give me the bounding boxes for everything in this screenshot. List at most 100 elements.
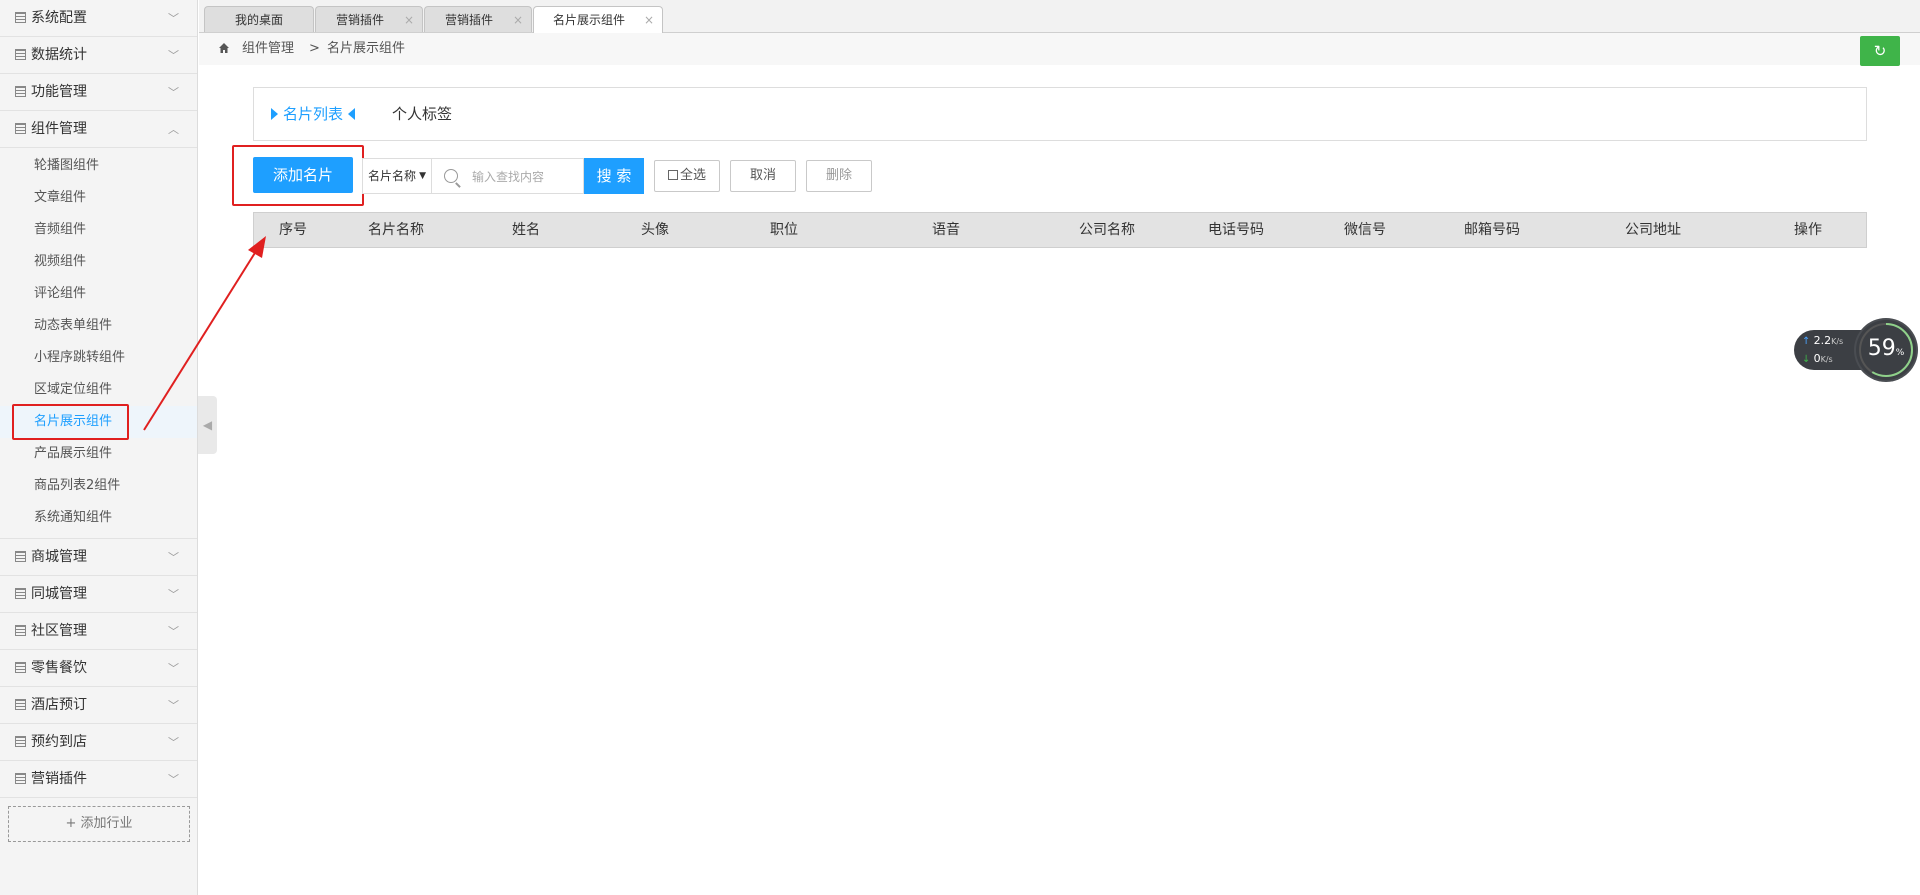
list-icon [15,662,26,673]
column-header: 语音 [932,222,960,238]
caret-left-icon: ◀ [202,418,213,432]
add-card-button[interactable]: 添加名片 [253,157,353,193]
sidebar-item[interactable]: 音频组件 [0,214,197,246]
sidebar-item[interactable]: 评论组件 [0,278,197,310]
sidebar-item[interactable]: 文章组件 [0,182,197,214]
chevron-down-icon: ﹀ [168,86,179,99]
chevron-down-icon: ﹀ [168,588,179,601]
gauge-value: 59 [1867,336,1896,361]
highlight-box-sidebar [12,404,129,440]
triangle-right-icon [271,108,278,120]
tab-card-display[interactable]: 名片展示组件 × [533,6,663,33]
menu-group[interactable]: 商城管理 ﹀ [0,539,197,576]
cancel-button[interactable]: 取消 [730,160,796,192]
sidebar: 系统配置 ﹀ 数据统计 ﹀ 功能管理 ﹀ 组件管理 ︿ 轮播图组件 文章组件 音频组件 视频组件… [0,0,198,895]
breadcrumb: 组件管理 > 名片展示组件 [199,33,1920,65]
tab-label: 营销插件 [335,13,384,27]
column-header: 职位 [770,222,798,238]
download-value: 0 [1813,352,1821,365]
chevron-down-icon: ﹀ [168,773,179,786]
column-header: 名片名称 [368,222,424,238]
column-header: 姓名 [512,222,540,238]
subtab-label: 名片列表 [283,105,344,123]
menu-group[interactable]: 系统配置 ﹀ [0,0,197,37]
chevron-down-icon: ﹀ [168,736,179,749]
close-icon[interactable]: × [513,7,523,33]
chevron-down-icon: ﹀ [168,699,179,712]
refresh-button[interactable]: ↻ [1860,36,1900,66]
sidebar-item[interactable]: 动态表单组件 [0,310,197,342]
tab-marketing-plugin-2[interactable]: 营销插件 × [424,6,532,32]
close-icon[interactable]: × [644,7,654,33]
column-header: 电话号码 [1208,222,1264,238]
menu-group[interactable]: 数据统计 ﹀ [0,37,197,74]
menu-group-label: 同城管理 [31,586,87,602]
chevron-down-icon: ﹀ [168,551,179,564]
list-icon [15,625,26,636]
menu-group[interactable]: 同城管理 ﹀ [0,576,197,613]
menu-group-component-management[interactable]: 组件管理 ︿ [0,111,197,148]
select-all-checkbox[interactable]: 全选 [654,160,720,192]
breadcrumb-separator: > [309,41,320,56]
menu-group[interactable]: 预约到店 ﹀ [0,724,197,761]
subtab-card-list[interactable]: 名片列表 [271,88,356,140]
home-icon[interactable] [218,42,230,54]
column-header: 公司名称 [1079,222,1135,238]
tab-bar: 我的桌面 营销插件 × 营销插件 × 名片展示组件 × [199,0,1920,33]
menu-group-label: 社区管理 [31,623,87,639]
upload-speed: ↑ 2.2K/s [1802,334,1843,347]
tab-label: 名片展示组件 [552,13,625,27]
close-icon[interactable]: × [404,7,414,33]
refresh-icon: ↻ [1873,42,1887,60]
sidebar-item-active[interactable]: 名片展示组件 [0,404,197,440]
download-speed: ↓ 0K/s [1802,352,1833,365]
search-field-select[interactable]: 名片名称 ▼ [362,158,432,194]
list-icon [15,123,26,134]
sidebar-item[interactable]: 商品列表2组件 [0,470,197,502]
list-icon [15,699,26,710]
menu-group-label: 数据统计 [31,47,87,63]
sidebar-collapse-handle[interactable]: ◀ [198,396,217,454]
delete-button[interactable]: 删除 [806,160,872,192]
column-header: 序号 [279,222,307,238]
column-header: 操作 [1794,222,1822,238]
sidebar-item[interactable]: 轮播图组件 [0,150,197,182]
subtab-personal-tags[interactable]: 个人标签 [392,88,452,140]
sidebar-item[interactable]: 视频组件 [0,246,197,278]
memory-gauge[interactable]: 59% [1856,320,1916,380]
sidebar-item[interactable]: 区域定位组件 [0,374,197,406]
triangle-left-icon [348,108,356,120]
sidebar-item[interactable]: 小程序跳转组件 [0,342,197,374]
upload-unit: K/s [1831,337,1844,346]
menu-group[interactable]: 酒店预订 ﹀ [0,687,197,724]
tab-label: 我的桌面 [234,13,283,27]
breadcrumb-parent[interactable]: 组件管理 [242,33,294,65]
search-input[interactable] [470,159,584,195]
add-industry-button[interactable]: + 添加行业 [8,806,190,842]
select-value: 名片名称 [368,169,417,183]
menu-group[interactable]: 社区管理 ﹀ [0,613,197,650]
column-header: 头像 [641,222,669,238]
subtab-panel: 名片列表 个人标签 [253,87,1867,141]
arrow-up-icon: ↑ [1802,336,1811,347]
sidebar-item[interactable]: 系统通知组件 [0,502,197,534]
table-header: 序号 名片名称 姓名 头像 职位 语音 公司名称 电话号码 微信号 邮箱号码 公… [253,212,1867,248]
search-box [432,158,584,195]
tab-marketing-plugin-1[interactable]: 营销插件 × [315,6,423,32]
menu-group-label: 商城管理 [31,549,87,565]
menu-group[interactable]: 功能管理 ﹀ [0,74,197,111]
column-header: 公司地址 [1625,222,1681,238]
menu-group-label: 预约到店 [31,734,87,750]
list-icon [15,551,26,562]
tab-desktop[interactable]: 我的桌面 [204,6,314,32]
submenu: 轮播图组件 文章组件 音频组件 视频组件 评论组件 动态表单组件 小程序跳转组件 区域定位组件… [0,148,197,539]
sidebar-item[interactable]: 产品展示组件 [0,438,197,470]
list-icon [15,588,26,599]
menu-group[interactable]: 零售餐饮 ﹀ [0,650,197,687]
menu-group[interactable]: 营销插件 ﹀ [0,761,197,798]
list-icon [15,49,26,60]
menu-group-label: 营销插件 [31,771,87,787]
search-button[interactable]: 搜 索 [584,158,644,194]
tab-label: 营销插件 [444,13,493,27]
gauge-percent: 59% [1856,336,1916,361]
